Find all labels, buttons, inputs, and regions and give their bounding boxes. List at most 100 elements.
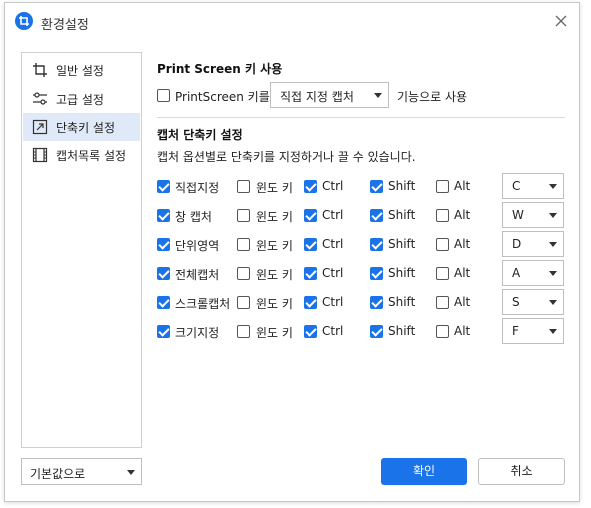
print-screen-section-title: Print Screen 키 사용 <box>157 62 283 76</box>
shortcut-key-value: F <box>512 324 519 338</box>
shortcut-enable-checkbox[interactable] <box>157 296 170 309</box>
modifier-ctrl-label: Ctrl <box>322 295 344 309</box>
modifier-shift-label: Shift <box>388 179 416 193</box>
sliders-icon <box>32 91 48 107</box>
modifier-shift-checkbox[interactable] <box>370 296 383 309</box>
modifier-alt-label: Alt <box>454 208 471 222</box>
chevron-down-icon <box>374 93 382 98</box>
title-bar: 환경설정 <box>5 3 579 41</box>
shortcut-key-value: A <box>512 266 521 280</box>
shortcut-name-label: 단위영역 <box>175 239 220 253</box>
app-logo-icon <box>15 12 33 30</box>
crop-icon <box>32 62 48 78</box>
modifier-alt-checkbox[interactable] <box>436 296 449 309</box>
chevron-down-icon <box>549 242 557 247</box>
modifier-shift-checkbox[interactable] <box>370 267 383 280</box>
reset-defaults-value: 기본값으로 <box>30 467 86 481</box>
modifier-win-checkbox[interactable] <box>237 267 250 280</box>
modifier-alt-checkbox[interactable] <box>436 267 449 280</box>
modifier-ctrl-checkbox[interactable] <box>304 325 317 338</box>
settings-window: 환경설정 일반 설정 고급 설정 단축키 설정 캡처목록 설정 기본값으로 Pr… <box>4 2 580 502</box>
modifier-ctrl-label: Ctrl <box>322 208 344 222</box>
sidebar-item-label: 캡처목록 설정 <box>56 149 127 163</box>
modifier-shift-label: Shift <box>388 324 416 338</box>
printscreen-suffix: 기능으로 사용 <box>397 90 468 104</box>
ok-button[interactable]: 확인 <box>381 458 467 485</box>
sidebar-item-capture-list[interactable]: 캡처목록 설정 <box>23 141 140 169</box>
film-list-icon <box>32 147 48 163</box>
modifier-win-checkbox[interactable] <box>237 238 250 251</box>
modifier-shift-checkbox[interactable] <box>370 180 383 193</box>
shortcut-key-select[interactable]: D <box>502 231 564 257</box>
shortcut-key-select[interactable]: A <box>502 260 564 286</box>
modifier-shift-checkbox[interactable] <box>370 209 383 222</box>
modifier-win-checkbox[interactable] <box>237 296 250 309</box>
modifier-shift-label: Shift <box>388 208 416 222</box>
modifier-win-label: 윈도 키 <box>256 326 293 340</box>
shortcut-name-label: 창 캡처 <box>175 210 212 224</box>
shortcut-key-value: S <box>512 295 520 309</box>
printscreen-function-value: 직접 지정 캡처 <box>280 90 354 104</box>
modifier-ctrl-checkbox[interactable] <box>304 296 317 309</box>
sidebar-item-label: 일반 설정 <box>56 64 104 78</box>
modifier-alt-label: Alt <box>454 179 471 193</box>
modifier-win-checkbox[interactable] <box>237 180 250 193</box>
printscreen-function-select[interactable]: 직접 지정 캡처 <box>270 82 389 108</box>
cancel-button[interactable]: 취소 <box>478 458 565 485</box>
shortcut-name-label: 스크롤캡처 <box>175 297 231 311</box>
chevron-down-icon <box>549 213 557 218</box>
modifier-win-checkbox[interactable] <box>237 209 250 222</box>
modifier-ctrl-label: Ctrl <box>322 179 344 193</box>
sidebar-item-shortcuts[interactable]: 단축키 설정 <box>23 113 140 141</box>
modifier-alt-checkbox[interactable] <box>436 209 449 222</box>
settings-sidebar: 일반 설정 고급 설정 단축키 설정 캡처목록 설정 <box>21 52 142 448</box>
modifier-ctrl-checkbox[interactable] <box>304 180 317 193</box>
modifier-alt-checkbox[interactable] <box>436 238 449 251</box>
capture-shortcut-description: 캡처 옵션별로 단축키를 지정하거나 끌 수 있습니다. <box>157 150 416 164</box>
shortcut-enable-checkbox[interactable] <box>157 180 170 193</box>
shortcut-name-label: 전체캡처 <box>175 268 220 282</box>
shortcut-enable-checkbox[interactable] <box>157 209 170 222</box>
shortcut-key-select[interactable]: F <box>502 318 564 344</box>
sidebar-item-advanced[interactable]: 고급 설정 <box>23 85 140 113</box>
sidebar-item-label: 단축키 설정 <box>56 121 116 135</box>
printscreen-checkbox[interactable] <box>157 89 170 102</box>
chevron-down-icon <box>127 470 135 475</box>
capture-shortcut-section-title: 캡처 단축키 설정 <box>157 128 243 142</box>
modifier-alt-label: Alt <box>454 237 471 251</box>
modifier-ctrl-checkbox[interactable] <box>304 209 317 222</box>
modifier-ctrl-checkbox[interactable] <box>304 267 317 280</box>
modifier-alt-checkbox[interactable] <box>436 180 449 193</box>
modifier-win-checkbox[interactable] <box>237 325 250 338</box>
window-title: 환경설정 <box>41 18 89 33</box>
modifier-shift-label: Shift <box>388 237 416 251</box>
modifier-ctrl-label: Ctrl <box>322 266 344 280</box>
printscreen-checkbox-label: PrintScreen 키를 <box>175 90 270 104</box>
shortcut-name-label: 직접지정 <box>175 181 220 195</box>
modifier-alt-label: Alt <box>454 324 471 338</box>
shortcut-enable-checkbox[interactable] <box>157 238 170 251</box>
sidebar-item-general[interactable]: 일반 설정 <box>23 56 140 84</box>
shortcut-key-select[interactable]: C <box>502 173 564 199</box>
modifier-alt-checkbox[interactable] <box>436 325 449 338</box>
section-divider <box>157 117 565 118</box>
chevron-down-icon <box>549 329 557 334</box>
modifier-shift-checkbox[interactable] <box>370 325 383 338</box>
modifier-win-label: 윈도 키 <box>256 297 293 311</box>
close-icon[interactable] <box>553 13 569 29</box>
reset-defaults-select[interactable]: 기본값으로 <box>21 458 142 485</box>
shortcut-enable-checkbox[interactable] <box>157 325 170 338</box>
modifier-alt-label: Alt <box>454 295 471 309</box>
modifier-shift-checkbox[interactable] <box>370 238 383 251</box>
shortcut-name-label: 크기지정 <box>175 326 220 340</box>
sidebar-item-label: 고급 설정 <box>56 93 104 107</box>
modifier-win-label: 윈도 키 <box>256 268 293 282</box>
modifier-ctrl-checkbox[interactable] <box>304 238 317 251</box>
modifier-shift-label: Shift <box>388 295 416 309</box>
shortcut-key-select[interactable]: S <box>502 289 564 315</box>
modifier-shift-label: Shift <box>388 266 416 280</box>
shortcut-icon <box>32 119 48 135</box>
shortcut-key-select[interactable]: W <box>502 202 564 228</box>
shortcut-enable-checkbox[interactable] <box>157 267 170 280</box>
shortcut-key-value: D <box>512 237 522 251</box>
